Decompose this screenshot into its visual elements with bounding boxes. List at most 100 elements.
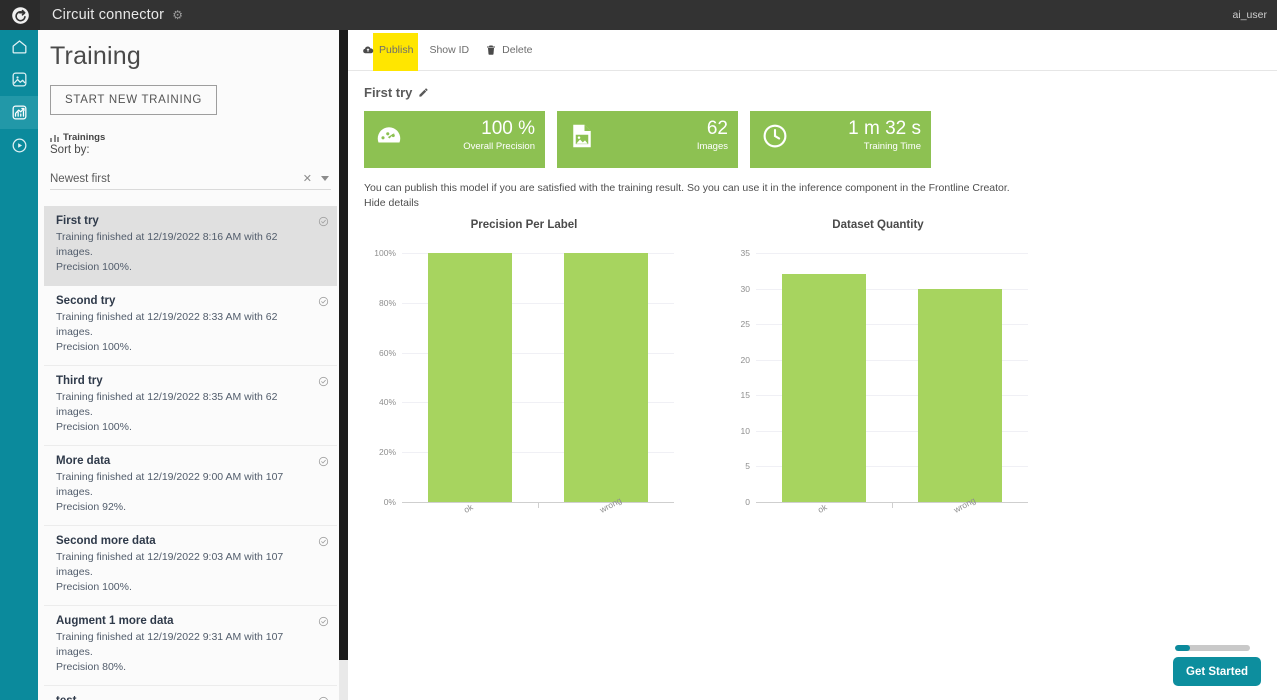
check-circle-icon[interactable] — [318, 376, 329, 387]
stat-card-images: 62 Images — [557, 111, 738, 168]
list-item-title: Third try — [56, 375, 311, 387]
sort-select-value: Newest first — [50, 173, 111, 185]
gauge-icon — [377, 127, 401, 143]
stat-card-precision-text: 100 % Overall Precision — [463, 118, 535, 153]
stat-card-training-time-text: 1 m 32 s Training Time — [848, 118, 921, 153]
chart-bar[interactable] — [917, 288, 1003, 502]
list-item-detail: Training finished at 12/19/2022 9:31 AM … — [56, 631, 284, 658]
sidebar-item-images[interactable] — [0, 63, 38, 96]
chart-plot-area: 0% 20% 40% 60% 80% 100% ok wrong — [374, 248, 674, 515]
publish-label: Publish — [379, 44, 414, 56]
stat-value: 62 — [706, 118, 728, 139]
start-new-training-button[interactable]: START NEW TRAINING — [50, 85, 217, 115]
nav-rail — [0, 30, 38, 700]
list-item-title: Second try — [56, 295, 311, 307]
show-id-button[interactable]: Show ID — [429, 44, 469, 56]
list-item[interactable]: Second more data Training finished at 12/… — [44, 526, 337, 606]
pencil-icon[interactable] — [418, 87, 429, 98]
image-file-icon — [573, 124, 591, 148]
list-item-title: test — [56, 695, 311, 700]
list-item-title-text: Second try — [56, 295, 116, 307]
list-item-title-text: Augment 1 more data — [56, 615, 174, 627]
stat-card-precision: 100 % Overall Precision — [364, 111, 545, 168]
list-item-precision: Precision 80%. — [56, 661, 127, 673]
get-started-button[interactable]: Get Started — [1173, 657, 1261, 686]
list-item-title-text: More data — [56, 455, 111, 467]
onboarding-progress-bar — [1175, 645, 1250, 651]
chart-dataset-quantity: Dataset Quantity 0 5 10 15 20 25 30 35 ok wrong — [718, 219, 1098, 519]
chart-plot: 0% 20% 40% 60% 80% 100% ok wrong — [364, 245, 684, 515]
training-name-text: First try — [364, 85, 413, 100]
chart-y-tick-label: 40% — [378, 397, 396, 408]
play-circle-icon — [12, 138, 26, 153]
check-circle-icon[interactable] — [318, 296, 329, 307]
get-started-widget: Get Started — [1169, 635, 1277, 700]
list-item-detail: Training finished at 12/19/2022 9:00 AM … — [56, 471, 284, 498]
list-item[interactable]: Third try Training finished at 12/19/2022… — [44, 366, 337, 446]
sidebar-item-training[interactable] — [0, 96, 38, 129]
chart-y-tick-label: 30 — [740, 283, 750, 294]
chart-y-tick-label: 35 — [740, 248, 750, 258]
training-list[interactable]: First try Training finished at 12/19/2022… — [44, 206, 337, 700]
list-item[interactable]: Augment 1 more data Training finished at … — [44, 606, 337, 686]
top-bar: Circuit connector ⚙ ai_user — [0, 0, 1277, 30]
sort-by-label: Sort by: — [50, 144, 90, 156]
list-item[interactable]: First try Training finished at 12/19/2022… — [44, 206, 337, 286]
training-panel: Training START NEW TRAINING Trainings So… — [38, 30, 343, 700]
list-item-detail: Training finished at 12/19/2022 8:35 AM … — [56, 391, 278, 418]
chart-icon — [12, 105, 26, 120]
chart-y-tick-label: 10 — [740, 425, 750, 436]
chart-bar[interactable] — [563, 253, 649, 502]
sidebar-item-inference[interactable] — [0, 129, 38, 162]
list-item-precision: Precision 92%. — [56, 501, 127, 513]
list-item[interactable]: More data Training finished at 12/19/2022… — [44, 446, 337, 526]
delete-button[interactable]: Delete — [485, 44, 533, 56]
detail-toolbar: Publish Show ID Delete — [348, 30, 1277, 71]
bar-chart-icon — [50, 134, 59, 142]
app-root: Circuit connector ⚙ ai_user Training STA… — [0, 0, 1277, 700]
chart-title: Dataset Quantity — [832, 219, 924, 231]
chart-plot: 0 5 10 15 20 25 30 35 ok wrong — [718, 245, 1038, 515]
show-id-label: Show ID — [429, 44, 470, 56]
list-scrollbar-thumb[interactable] — [339, 30, 348, 660]
list-item-title: Second more data — [56, 535, 311, 547]
user-menu[interactable]: ai_user — [1233, 9, 1267, 21]
chart-x-tick-mark — [892, 502, 893, 508]
list-item-title: Augment 1 more data — [56, 615, 311, 627]
gear-icon[interactable]: ⚙ — [172, 9, 183, 21]
check-circle-icon[interactable] — [318, 616, 329, 627]
clock-icon — [763, 124, 787, 148]
list-item-title-text: First try — [56, 215, 99, 227]
stat-card-training-time: 1 m 32 s Training Time — [750, 111, 931, 168]
list-item-title: More data — [56, 455, 311, 467]
main-content: Publish Show ID Delete First try 100 % O… — [348, 30, 1277, 700]
list-item-detail: Training finished at 12/19/2022 8:33 AM … — [56, 311, 278, 338]
sort-select[interactable]: Newest first ✕ — [50, 162, 331, 190]
home-icon — [12, 40, 26, 54]
list-item[interactable]: Second try Training finished at 12/19/202… — [44, 286, 337, 366]
publish-description: You can publish this model if you are sa… — [348, 168, 1277, 211]
chart-bar[interactable] — [781, 274, 867, 502]
app-title: Circuit connector — [52, 7, 165, 23]
check-circle-icon[interactable] — [318, 536, 329, 547]
publish-button[interactable]: Publish — [362, 44, 413, 56]
check-circle-icon[interactable] — [318, 456, 329, 467]
chart-bar[interactable] — [427, 253, 513, 502]
list-item-detail: Training finished at 12/19/2022 9:03 AM … — [56, 551, 284, 578]
chevron-down-icon[interactable] — [321, 176, 329, 181]
check-circle-icon[interactable] — [318, 216, 329, 227]
list-item[interactable]: testTraining finished at 12/27/2022 3:31… — [44, 686, 337, 700]
list-item-precision: Precision 100%. — [56, 581, 132, 593]
stat-label: Training Time — [863, 141, 921, 152]
stat-cards: 100 % Overall Precision 62 Images 1 m 32… — [348, 100, 1277, 168]
close-icon[interactable]: ✕ — [303, 172, 312, 185]
stat-label: Overall Precision — [463, 141, 535, 152]
app-logo[interactable] — [0, 0, 40, 30]
chart-y-tick-label: 80% — [378, 297, 396, 308]
check-circle-icon[interactable] — [318, 696, 329, 700]
chart-precision-per-label: Precision Per Label 0% 20% 40% 60% 80% 100% ok w… — [364, 219, 744, 519]
chart-bars: ok wrong — [402, 253, 674, 515]
hide-details-link[interactable]: Hide details — [364, 196, 1277, 211]
sidebar-item-home[interactable] — [0, 30, 38, 63]
training-name: First try — [348, 71, 1277, 100]
